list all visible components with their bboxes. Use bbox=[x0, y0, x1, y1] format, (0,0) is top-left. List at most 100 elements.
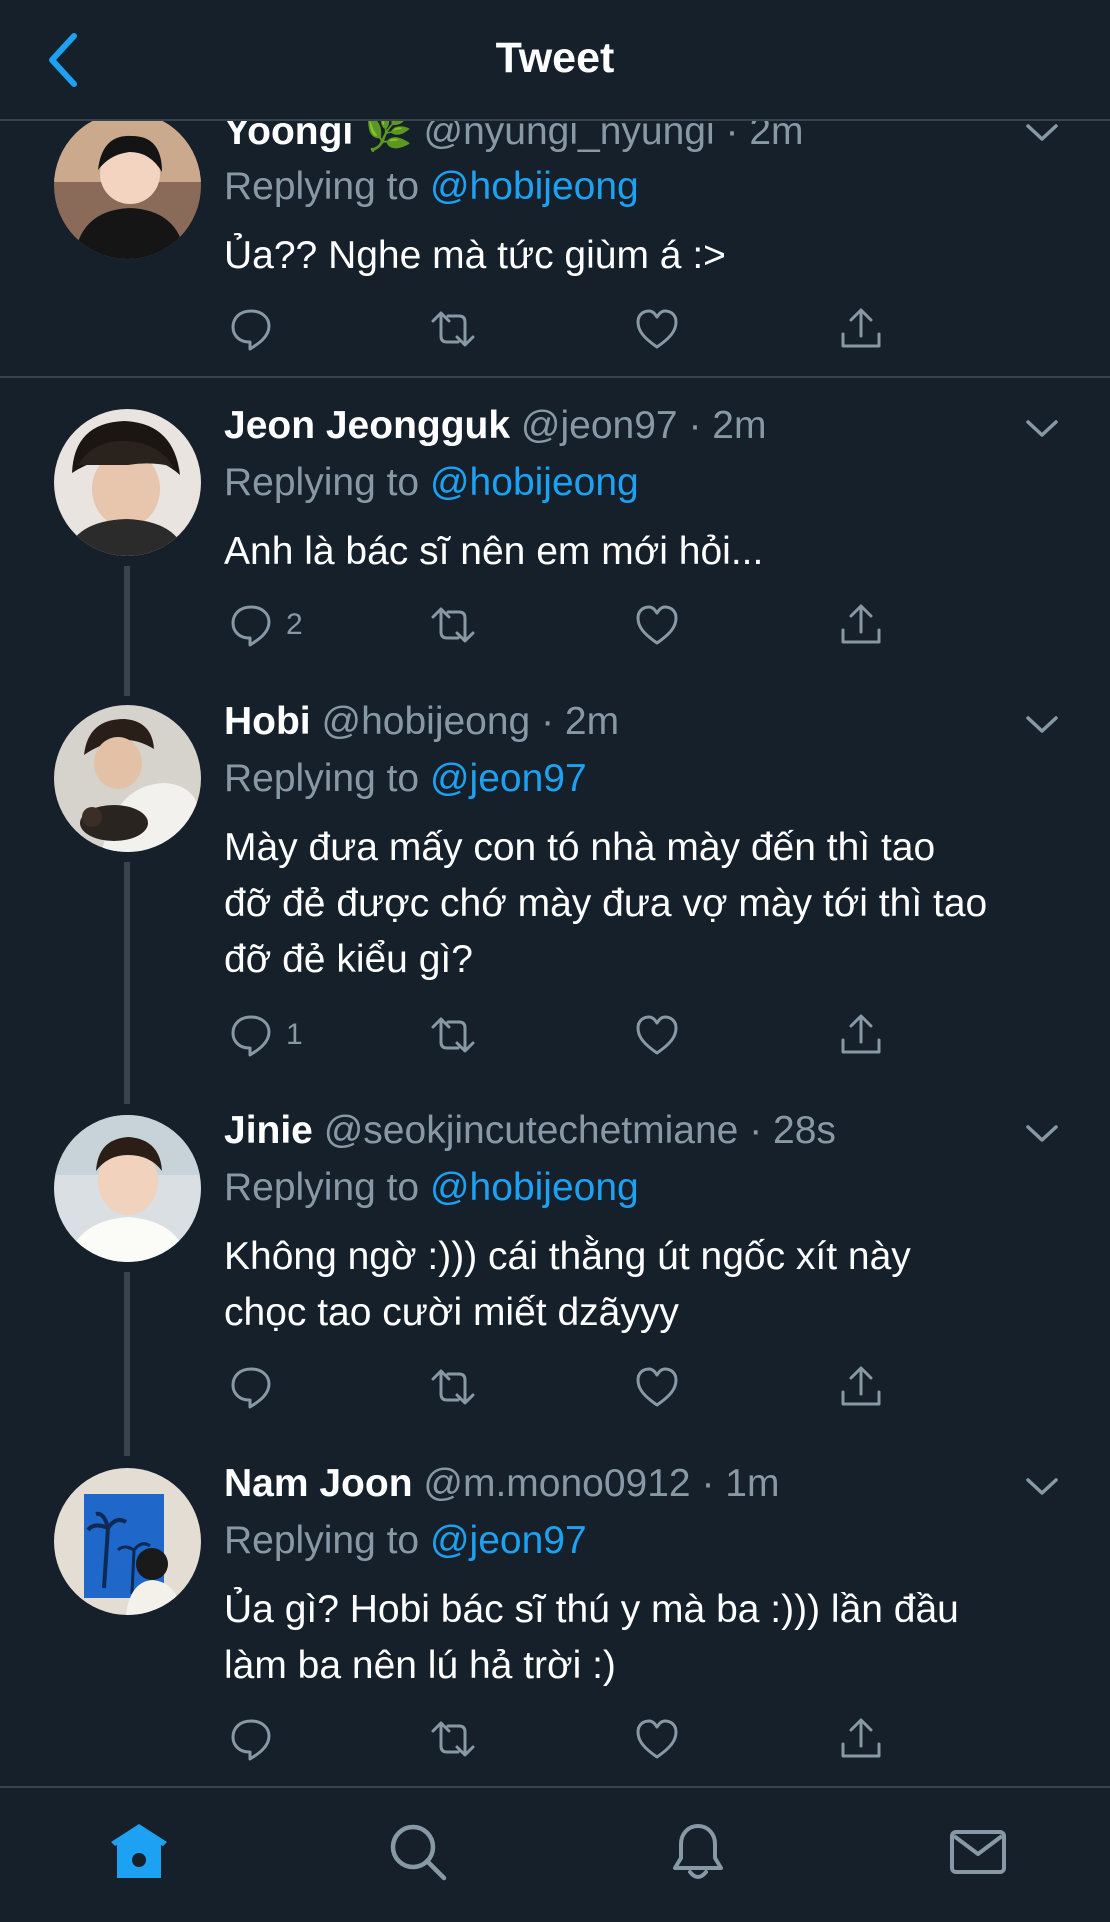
timestamp: 28s bbox=[773, 1109, 836, 1152]
retweet-icon bbox=[431, 607, 475, 643]
tweet-text: Ủa gì? Hobi bác sĩ thú y mà ba :))) lần … bbox=[224, 1582, 1074, 1694]
tweet-text-line: đỡ đẻ được chớ mày đưa vợ mày tới thì ta… bbox=[224, 882, 988, 925]
heart-icon bbox=[636, 1015, 678, 1055]
mention-link[interactable]: @jeon97 bbox=[430, 757, 587, 800]
tweet-meta: Nam Joon @m.mono0912 · 1m bbox=[224, 1462, 779, 1506]
reply-bubble-icon bbox=[231, 1367, 271, 1409]
like-button[interactable] bbox=[634, 1362, 680, 1412]
chevron-down-icon[interactable] bbox=[1022, 120, 1062, 146]
replying-to-label: Replying to bbox=[224, 461, 420, 504]
chevron-down-icon[interactable] bbox=[1022, 1121, 1062, 1147]
timestamp: 1m bbox=[725, 1462, 780, 1505]
avatar[interactable] bbox=[54, 1468, 201, 1615]
share-button[interactable] bbox=[838, 1714, 884, 1764]
timestamp: 2m bbox=[712, 404, 767, 447]
mail-icon bbox=[950, 1830, 1006, 1874]
reply-bubble-icon bbox=[231, 309, 271, 351]
separator-dot: · bbox=[530, 700, 565, 743]
page-title: Tweet bbox=[495, 34, 615, 82]
tweet-text-line: Ủa?? Nghe mà tức giùm á :> bbox=[224, 234, 726, 277]
tab-search[interactable] bbox=[386, 1820, 450, 1884]
tweet-text-line: Mày đưa mấy con tó nhà mày đến thì tao bbox=[224, 826, 936, 869]
display-name[interactable]: Jinie bbox=[224, 1109, 313, 1152]
action-bar bbox=[224, 1714, 924, 1764]
retweet-icon bbox=[431, 1017, 475, 1053]
share-button[interactable] bbox=[838, 304, 884, 354]
tweet-meta: Hobi @hobijeong · 2m bbox=[224, 700, 619, 744]
username[interactable]: @hobijeong bbox=[322, 700, 531, 743]
separator-dot: · bbox=[677, 404, 713, 447]
reply-count: 2 bbox=[286, 608, 303, 641]
replying-to: Replying to @hobijeong bbox=[224, 461, 639, 505]
like-button[interactable] bbox=[634, 600, 680, 650]
tab-messages[interactable] bbox=[946, 1820, 1010, 1884]
action-bar bbox=[224, 304, 924, 354]
action-bar bbox=[224, 1362, 924, 1412]
share-button[interactable] bbox=[838, 1362, 884, 1412]
share-icon bbox=[841, 308, 881, 348]
share-button[interactable] bbox=[838, 600, 884, 650]
tweet-text-line: đỡ đẻ kiểu gì? bbox=[224, 938, 473, 981]
heart-icon bbox=[636, 1719, 678, 1759]
username[interactable]: @jeon97 bbox=[521, 404, 678, 447]
heart-icon bbox=[636, 605, 678, 645]
chevron-down-icon[interactable] bbox=[1022, 712, 1062, 738]
retweet-button[interactable] bbox=[430, 600, 476, 650]
share-icon bbox=[841, 1014, 881, 1054]
mention-link[interactable]: @hobijeong bbox=[430, 461, 639, 504]
reply-button[interactable] bbox=[228, 1714, 286, 1764]
avatar[interactable] bbox=[54, 409, 201, 556]
tweet-text: Anh là bác sĩ nên em mới hỏi... bbox=[224, 524, 1074, 580]
search-icon bbox=[390, 1824, 447, 1881]
tweet-text: Ủa?? Nghe mà tức giùm á :> bbox=[224, 228, 1074, 284]
share-button[interactable] bbox=[838, 1010, 884, 1060]
retweet-icon bbox=[431, 311, 475, 347]
thread-line bbox=[124, 566, 130, 696]
replying-to-label: Replying to bbox=[224, 1166, 420, 1209]
share-icon bbox=[841, 1366, 881, 1406]
thread-line bbox=[124, 1272, 130, 1456]
like-button[interactable] bbox=[634, 1714, 680, 1764]
replying-to: Replying to @hobijeong bbox=[224, 165, 639, 209]
reply-button[interactable] bbox=[228, 304, 286, 354]
bell-icon bbox=[673, 1824, 723, 1879]
tweet-meta: Jeon Jeongguk @jeon97 · 2m bbox=[224, 404, 766, 448]
username[interactable]: @seokjincutechetmiane bbox=[324, 1109, 739, 1152]
tweet-text-line: chọc tao cười miết dzãyyy bbox=[224, 1291, 679, 1334]
reply-bubble-icon bbox=[231, 1719, 271, 1761]
retweet-button[interactable] bbox=[430, 1714, 476, 1764]
replying-to: Replying to @jeon97 bbox=[224, 1519, 587, 1563]
tweet-text: Không ngờ :))) cái thằng út ngốc xít này… bbox=[224, 1229, 1074, 1341]
retweet-icon bbox=[431, 1369, 475, 1405]
reply-button[interactable] bbox=[228, 1362, 286, 1412]
tab-notifications[interactable] bbox=[666, 1820, 730, 1884]
like-button[interactable] bbox=[634, 304, 680, 354]
display-name[interactable]: Jeon Jeongguk bbox=[224, 404, 510, 447]
tab-home[interactable] bbox=[107, 1820, 171, 1884]
username[interactable]: @m.mono0912 bbox=[423, 1462, 690, 1505]
display-name[interactable]: Nam Joon bbox=[224, 1462, 413, 1505]
like-button[interactable] bbox=[634, 1010, 680, 1060]
mention-link[interactable]: @hobijeong bbox=[430, 165, 639, 208]
reply-button[interactable]: 1 bbox=[228, 1010, 303, 1060]
bottom-tab-bar bbox=[0, 1786, 1110, 1922]
reply-count: 1 bbox=[286, 1018, 303, 1051]
mention-link[interactable]: @jeon97 bbox=[430, 1519, 587, 1562]
tweet-text: Mày đưa mấy con tó nhà mày đến thì tao đ… bbox=[224, 820, 1074, 988]
retweet-button[interactable] bbox=[430, 304, 476, 354]
avatar[interactable] bbox=[54, 705, 201, 852]
retweet-button[interactable] bbox=[430, 1362, 476, 1412]
avatar[interactable] bbox=[54, 1115, 201, 1262]
reply-bubble-icon bbox=[231, 605, 271, 647]
chevron-down-icon[interactable] bbox=[1022, 416, 1062, 442]
retweet-button[interactable] bbox=[430, 1010, 476, 1060]
reply-button[interactable]: 2 bbox=[228, 600, 303, 650]
mention-link[interactable]: @hobijeong bbox=[430, 1166, 639, 1209]
avatar[interactable] bbox=[54, 112, 201, 259]
chevron-down-icon[interactable] bbox=[1022, 1474, 1062, 1500]
replying-to-label: Replying to bbox=[224, 165, 420, 208]
home-icon bbox=[111, 1824, 167, 1878]
replying-to: Replying to @jeon97 bbox=[224, 757, 587, 801]
share-icon bbox=[841, 1718, 881, 1758]
display-name[interactable]: Hobi bbox=[224, 700, 311, 743]
